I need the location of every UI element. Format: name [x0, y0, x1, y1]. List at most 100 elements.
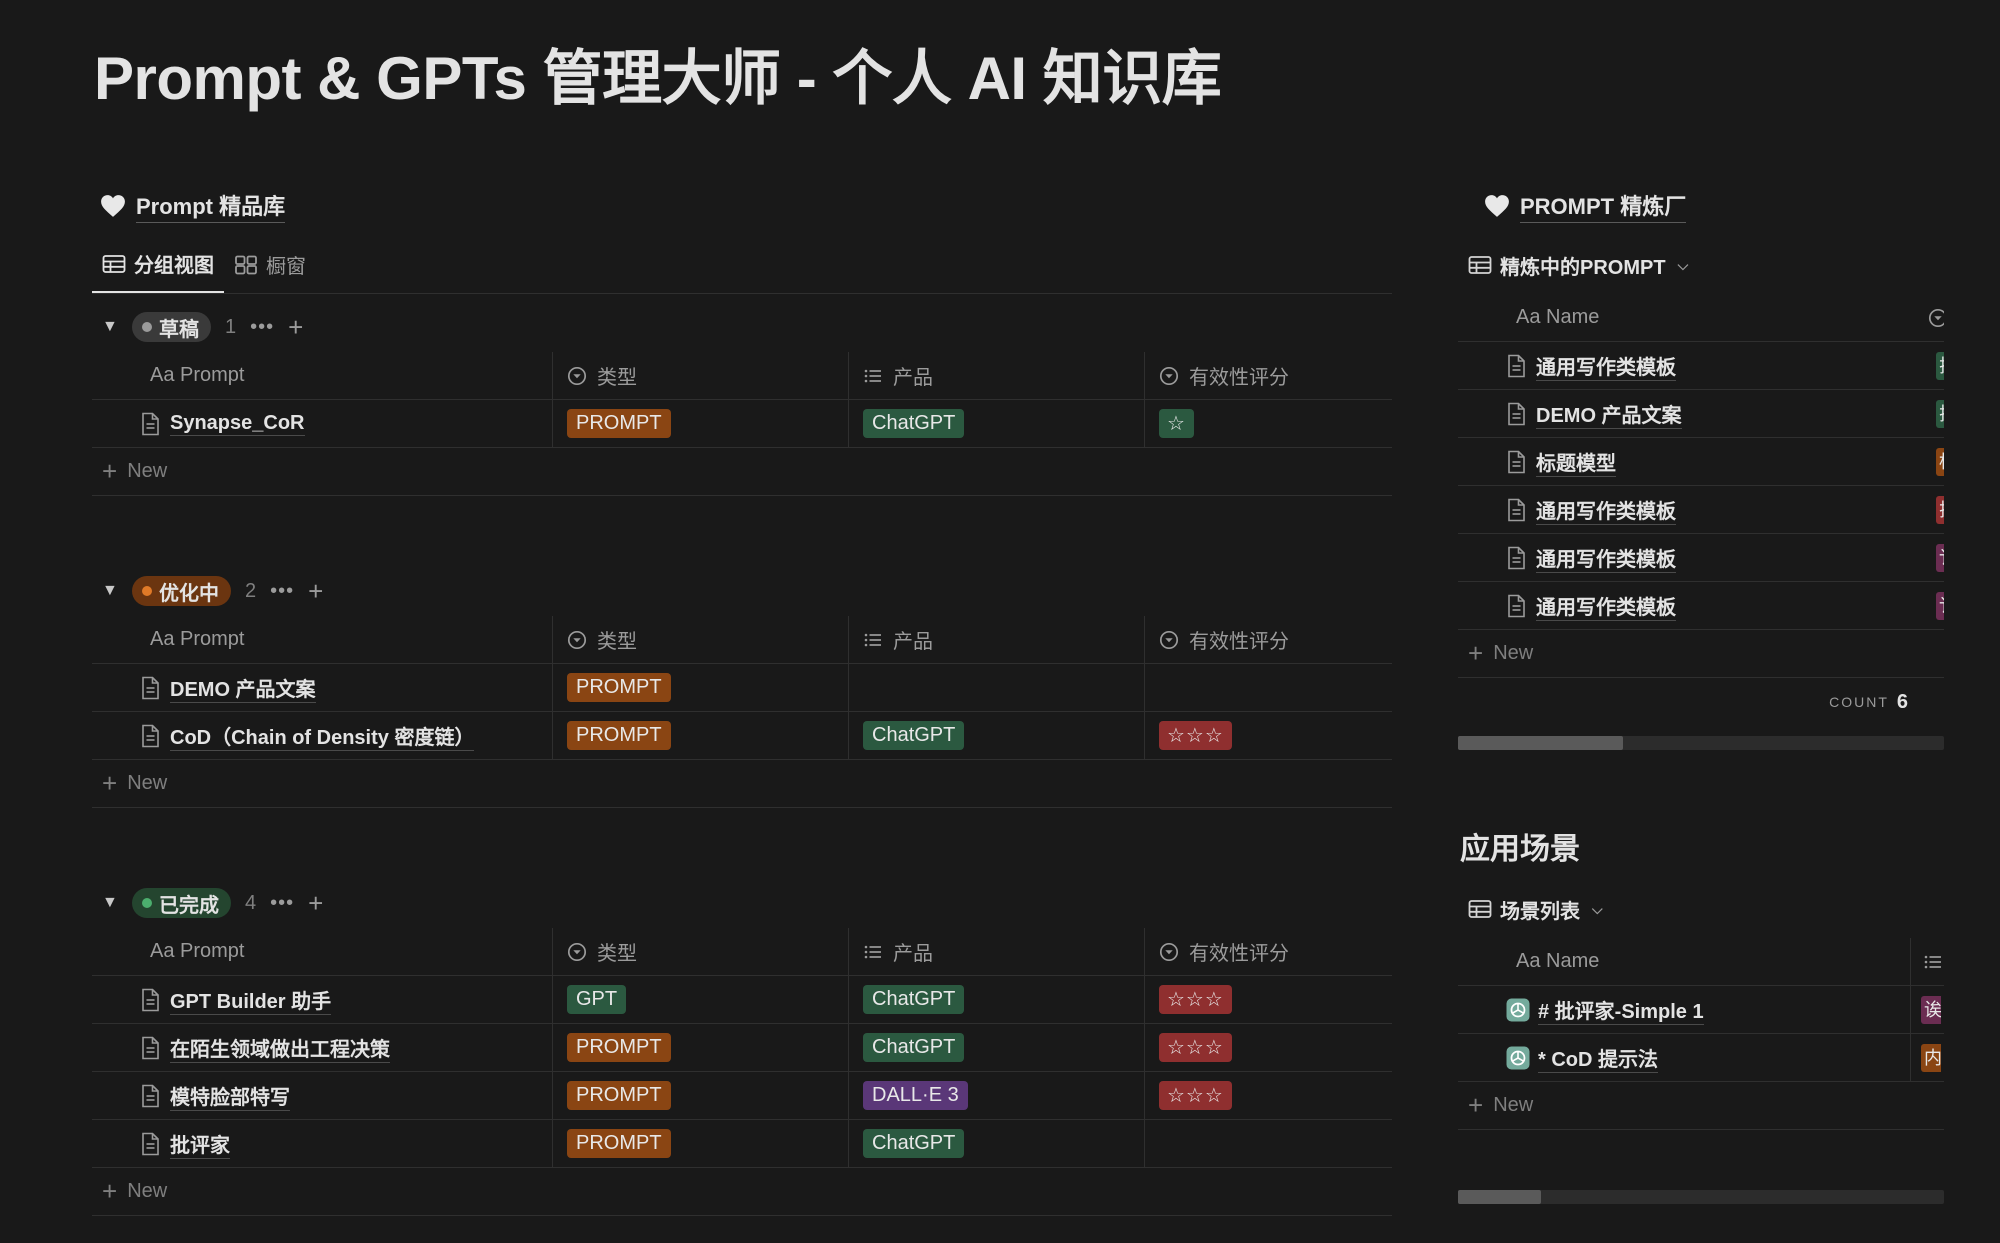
table-row[interactable]: # 批评家-Simple 1 诶 [1458, 986, 1944, 1034]
caret-down-icon[interactable]: ▼ [102, 582, 118, 600]
add-in-group-icon[interactable]: + [308, 888, 323, 919]
column-header-product[interactable]: 产品 [848, 928, 1144, 975]
type-cell[interactable]: PROMPT [552, 1024, 848, 1071]
type-cell[interactable]: PROMPT [552, 1072, 848, 1119]
table-row[interactable]: 通用写作类模板 拉 [1458, 486, 1944, 534]
table-row[interactable]: 在陌生领域做出工程决策 PROMPT ChatGPT ☆☆☆ [92, 1024, 1392, 1072]
scenes-horizontal-scrollbar[interactable] [1458, 1190, 1944, 1204]
scenes-header-name[interactable]: Aa Name [1458, 950, 1910, 973]
add-new-row-button[interactable]: + New [92, 448, 1392, 496]
column-header-score[interactable]: 有效性评分 [1144, 928, 1392, 975]
row-name-cell[interactable]: # 批评家-Simple 1 [1458, 995, 1910, 1025]
add-in-group-icon[interactable]: + [308, 576, 323, 607]
product-cell[interactable]: DALL·E 3 [848, 1072, 1144, 1119]
next-property-cell[interactable]: 拉 [1936, 390, 1944, 437]
next-property-cell[interactable]: 拉 [1936, 486, 1944, 533]
tab-gallery-view[interactable]: 橱窗 [224, 236, 316, 293]
prompt-library-title[interactable]: Prompt 精品库 [100, 186, 1392, 226]
more-options-icon[interactable]: ••• [250, 316, 274, 339]
scenes-scroll-thumb[interactable] [1458, 1190, 1541, 1204]
next-property-cell[interactable]: 内 [1910, 1034, 1944, 1081]
column-header-type[interactable]: 类型 [552, 616, 848, 663]
refinery-header-name[interactable]: Aa Name [1458, 306, 1936, 329]
row-name-cell[interactable]: 通用写作类模板 [1458, 543, 1936, 573]
scenes-header-next[interactable] [1910, 938, 1944, 985]
table-row[interactable]: 标题模型 标 [1458, 438, 1944, 486]
column-header-product[interactable]: 产品 [848, 616, 1144, 663]
product-cell[interactable]: ChatGPT [848, 1024, 1144, 1071]
scenes-new-button[interactable]: + New [1458, 1082, 1944, 1130]
score-cell[interactable]: ☆☆☆ [1144, 976, 1392, 1023]
refinery-view-switcher[interactable]: 精炼中的PROMPT ⌵ [1458, 236, 1944, 294]
score-cell[interactable]: ☆ [1144, 400, 1392, 447]
score-cell[interactable]: ☆☆☆ [1144, 1024, 1392, 1071]
tab-grouped-view[interactable]: 分组视图 [92, 236, 224, 293]
refinery-title[interactable]: PROMPT 精炼厂 [1484, 186, 1944, 226]
score-cell[interactable]: ☆☆☆ [1144, 712, 1392, 759]
next-property-cell[interactable]: 讠 [1936, 534, 1944, 581]
add-new-row-button[interactable]: + New [92, 760, 1392, 808]
more-options-icon[interactable]: ••• [270, 892, 294, 915]
type-cell[interactable]: PROMPT [552, 712, 848, 759]
product-cell[interactable]: ChatGPT [848, 976, 1144, 1023]
add-new-row-button[interactable]: + New [92, 1168, 1392, 1216]
prompt-name-cell[interactable]: DEMO 产品文案 [92, 664, 552, 711]
prompt-name-cell[interactable]: CoD（Chain of Density 密度链） [92, 712, 552, 759]
table-row[interactable]: Synapse_CoR PROMPT ChatGPT ☆ [92, 400, 1392, 448]
table-row[interactable]: 通用写作类模板 拉 [1458, 342, 1944, 390]
row-name-cell[interactable]: * CoD 提示法 [1458, 1043, 1910, 1073]
row-name-cell[interactable]: 通用写作类模板 [1458, 351, 1936, 381]
table-row[interactable]: 通用写作类模板 讠 [1458, 582, 1944, 630]
column-header-prompt[interactable]: Aa Prompt [92, 352, 552, 399]
table-row[interactable]: GPT Builder 助手 GPT ChatGPT ☆☆☆ [92, 976, 1392, 1024]
next-property-cell[interactable]: 讠 [1936, 582, 1944, 629]
scenes-view-switcher[interactable]: 场景列表 ⌵ [1458, 880, 1944, 938]
refinery-header-next[interactable] [1936, 294, 1944, 341]
prompt-name-cell[interactable]: 在陌生领域做出工程决策 [92, 1024, 552, 1071]
type-cell[interactable]: GPT [552, 976, 848, 1023]
score-cell[interactable]: ☆☆☆ [1144, 1072, 1392, 1119]
column-header-product[interactable]: 产品 [848, 352, 1144, 399]
prompt-name-cell[interactable]: GPT Builder 助手 [92, 976, 552, 1023]
more-options-icon[interactable]: ••• [270, 580, 294, 603]
score-cell[interactable] [1144, 664, 1392, 711]
caret-down-icon[interactable]: ▼ [102, 318, 118, 336]
table-row[interactable]: DEMO 产品文案 拉 [1458, 390, 1944, 438]
column-header-score[interactable]: 有效性评分 [1144, 352, 1392, 399]
column-header-type[interactable]: 类型 [552, 352, 848, 399]
refinery-count[interactable]: COUNT 6 [1458, 678, 1944, 726]
column-header-type[interactable]: 类型 [552, 928, 848, 975]
product-cell[interactable] [848, 664, 1144, 711]
table-row[interactable]: 批评家 PROMPT ChatGPT [92, 1120, 1392, 1168]
table-row[interactable]: CoD（Chain of Density 密度链） PROMPT ChatGPT ☆☆… [92, 712, 1392, 760]
type-cell[interactable]: PROMPT [552, 1120, 848, 1167]
status-pill[interactable]: 优化中 [132, 576, 231, 606]
column-header-prompt[interactable]: Aa Prompt [92, 928, 552, 975]
next-property-cell[interactable]: 标 [1936, 438, 1944, 485]
add-in-group-icon[interactable]: + [288, 312, 303, 343]
table-row[interactable]: 通用写作类模板 讠 [1458, 534, 1944, 582]
type-cell[interactable]: PROMPT [552, 400, 848, 447]
column-header-score[interactable]: 有效性评分 [1144, 616, 1392, 663]
caret-down-icon[interactable]: ▼ [102, 894, 118, 912]
table-row[interactable]: * CoD 提示法 内 [1458, 1034, 1944, 1082]
row-name-cell[interactable]: DEMO 产品文案 [1458, 399, 1936, 429]
refinery-scroll-thumb[interactable] [1458, 736, 1624, 750]
prompt-name-cell[interactable]: 模特脸部特写 [92, 1072, 552, 1119]
product-cell[interactable]: ChatGPT [848, 1120, 1144, 1167]
score-cell[interactable] [1144, 1120, 1392, 1167]
table-row[interactable]: DEMO 产品文案 PROMPT [92, 664, 1392, 712]
product-cell[interactable]: ChatGPT [848, 400, 1144, 447]
refinery-horizontal-scrollbar[interactable] [1458, 736, 1944, 750]
product-cell[interactable]: ChatGPT [848, 712, 1144, 759]
row-name-cell[interactable]: 通用写作类模板 [1458, 495, 1936, 525]
table-row[interactable]: 模特脸部特写 PROMPT DALL·E 3 ☆☆☆ [92, 1072, 1392, 1120]
status-pill[interactable]: 草稿 [132, 312, 211, 342]
next-property-cell[interactable]: 拉 [1936, 342, 1944, 389]
row-name-cell[interactable]: 标题模型 [1458, 447, 1936, 477]
prompt-name-cell[interactable]: Synapse_CoR [92, 400, 552, 447]
status-pill[interactable]: 已完成 [132, 888, 231, 918]
prompt-name-cell[interactable]: 批评家 [92, 1120, 552, 1167]
next-property-cell[interactable]: 诶 [1910, 986, 1944, 1033]
column-header-prompt[interactable]: Aa Prompt [92, 616, 552, 663]
